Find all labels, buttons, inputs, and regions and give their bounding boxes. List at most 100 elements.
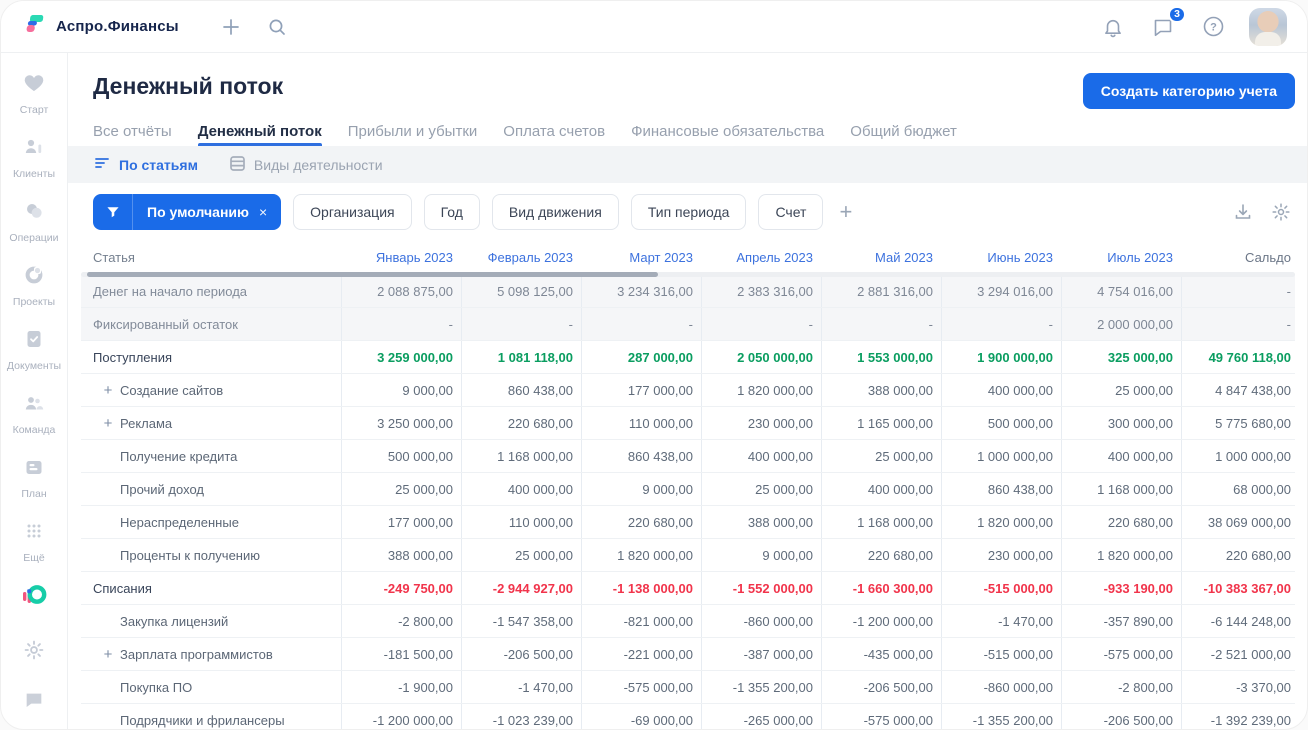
funnel-icon[interactable] — [93, 194, 133, 230]
saldo-cell: -1 392 239,00 — [1181, 704, 1295, 729]
feedback-chat-icon[interactable] — [20, 686, 48, 714]
table-row: +Покупка ПО-1 900,00-1 470,00-575 000,00… — [81, 671, 1295, 704]
brand[interactable]: Аспро.Финансы — [23, 12, 179, 41]
row-label: Реклама — [120, 415, 173, 431]
sidebar-item-start[interactable]: Старт — [7, 71, 61, 116]
filter-chip-счет[interactable]: Счет — [758, 194, 824, 230]
row-label: Прочий доход — [120, 481, 204, 497]
sidebar-item-team[interactable]: Команда — [7, 391, 61, 436]
row-label-cell: +Прочий доход — [81, 473, 341, 505]
table-row: +Получение кредита500 000,001 168 000,00… — [81, 440, 1295, 473]
row-label-cell: + Создание сайтов — [81, 374, 341, 406]
value-cell: 230 000,00 — [701, 407, 821, 439]
saldo-cell: 1 000 000,00 — [1181, 440, 1295, 472]
filter-chip-тип-периода[interactable]: Тип периода — [630, 194, 747, 230]
value-cell: -1 552 000,00 — [701, 572, 821, 604]
filter-chips: По умолчанию × Организация Год Вид движения Т… — [93, 194, 852, 230]
expand-icon[interactable]: + — [101, 416, 115, 431]
sidebar-item-clients[interactable]: Клиенты — [7, 135, 61, 180]
value-cell: -1 138 000,00 — [581, 572, 701, 604]
column-header-month[interactable]: Май 2023 — [821, 250, 941, 265]
sidebar-item-label: Операции — [9, 232, 59, 244]
table-settings-icon[interactable] — [1271, 202, 1291, 222]
filter-default-chip[interactable]: По умолчанию × — [93, 194, 282, 230]
add-button[interactable] — [217, 13, 245, 41]
add-filter-button[interactable]: + — [839, 199, 852, 225]
tab-прибыли-и-убытки[interactable]: Прибыли и убытки — [348, 123, 478, 146]
column-header-saldo: Сальдо — [1245, 250, 1291, 265]
sidebar-item-label: Команда — [12, 424, 56, 436]
saldo-cell: -6 144 248,00 — [1181, 605, 1295, 637]
tab-общий-бюджет[interactable]: Общий бюджет — [850, 123, 957, 146]
sidebar-item-more[interactable]: Ещё — [7, 519, 61, 564]
tab-денежный-поток[interactable]: Денежный поток — [197, 123, 322, 146]
column-header-month[interactable]: Март 2023 — [581, 250, 701, 265]
value-cell: 388 000,00 — [341, 539, 461, 571]
help-icon[interactable]: ? — [1199, 13, 1227, 41]
value-cell: -515 000,00 — [941, 638, 1061, 670]
column-header-month[interactable]: Июнь 2023 — [941, 250, 1061, 265]
avatar[interactable] — [1249, 7, 1287, 46]
saldo-cell: 38 069 000,00 — [1181, 506, 1295, 538]
value-cell: 3 250 000,00 — [341, 407, 461, 439]
download-icon[interactable] — [1233, 202, 1253, 222]
settings-icon[interactable] — [20, 636, 48, 664]
chat-notifications[interactable]: 3 — [1149, 5, 1186, 41]
sidebar-item-operations[interactable]: Операции — [7, 199, 61, 244]
column-header-month[interactable]: Февраль 2023 — [461, 250, 581, 265]
subtab-виды-деятельности[interactable]: Виды деятельности — [228, 154, 383, 175]
value-cell: -1 355 200,00 — [701, 671, 821, 703]
tab-оплата-счетов[interactable]: Оплата счетов — [503, 123, 605, 146]
tab-все-отчёты[interactable]: Все отчёты — [93, 123, 172, 146]
tab-финансовые-обязательства[interactable]: Финансовые обязательства — [631, 123, 824, 146]
filter-clear-icon[interactable]: × — [259, 204, 281, 220]
row-label-cell: Списания — [81, 572, 341, 604]
value-cell: -1 470,00 — [461, 671, 581, 703]
sidebar-item-plan[interactable]: План — [7, 455, 61, 500]
main-content: Денежный поток Создать категорию учета В… — [68, 53, 1307, 729]
value-cell: 9 000,00 — [341, 374, 461, 406]
aspro-logo-icon[interactable] — [21, 583, 47, 614]
value-cell: -1 900,00 — [341, 671, 461, 703]
sidebar-item-label: План — [21, 488, 47, 500]
table-body: Денег на начало периода 2 088 875,00 5 098… — [81, 275, 1295, 729]
value-cell: 9 000,00 — [701, 539, 821, 571]
sidebar-item-documents[interactable]: Документы — [7, 327, 61, 372]
database-icon — [228, 154, 246, 175]
value-cell: -860 000,00 — [701, 605, 821, 637]
table-row: +Нераспределенные177 000,00110 000,00220… — [81, 506, 1295, 539]
scrollbar-thumb[interactable] — [87, 272, 658, 277]
sidebar-item-projects[interactable]: Проекты — [7, 263, 61, 308]
column-header-month[interactable]: Январь 2023 — [341, 250, 461, 265]
coins-icon — [22, 199, 46, 228]
create-category-button[interactable]: Создать категорию учета — [1082, 73, 1295, 109]
value-cell: -206 500,00 — [821, 671, 941, 703]
sidebar-item-label: Старт — [19, 104, 49, 116]
row-label: Подрядчики и фрилансеры — [120, 712, 285, 728]
sidebar-bottom — [20, 583, 48, 729]
sidebar-item-label: Документы — [6, 360, 62, 372]
value-cell: -2 800,00 — [341, 605, 461, 637]
donut-icon — [22, 263, 46, 292]
filter-chip-год[interactable]: Год — [423, 194, 480, 230]
value-cell: -575 000,00 — [581, 671, 701, 703]
value-cell: 388 000,00 — [701, 506, 821, 538]
horizontal-scrollbar[interactable] — [81, 272, 1295, 277]
value-cell: 400 000,00 — [461, 473, 581, 505]
subtab-по-статьям[interactable]: По статьям — [93, 154, 198, 175]
search-icon[interactable] — [263, 13, 291, 41]
app-window: Аспро.Финансы 3 ? Старт Клиенты Операции… — [0, 0, 1308, 730]
filter-chip-вид-движения[interactable]: Вид движения — [491, 194, 619, 230]
expand-icon[interactable]: + — [101, 647, 115, 662]
value-cell: 287 000,00 — [581, 341, 701, 373]
value-cell: 2 088 875,00 — [341, 275, 461, 307]
value-cell: 110 000,00 — [581, 407, 701, 439]
column-header-month[interactable]: Апрель 2023 — [701, 250, 821, 265]
value-cell: -515 000,00 — [941, 572, 1061, 604]
value-cell: 220 680,00 — [821, 539, 941, 571]
bell-icon[interactable] — [1099, 13, 1127, 41]
row-label: Закупка лицензий — [120, 613, 229, 629]
column-header-month[interactable]: Июль 2023 — [1061, 250, 1181, 265]
filter-chip-организация[interactable]: Организация — [293, 194, 412, 230]
expand-icon[interactable]: + — [101, 383, 115, 398]
